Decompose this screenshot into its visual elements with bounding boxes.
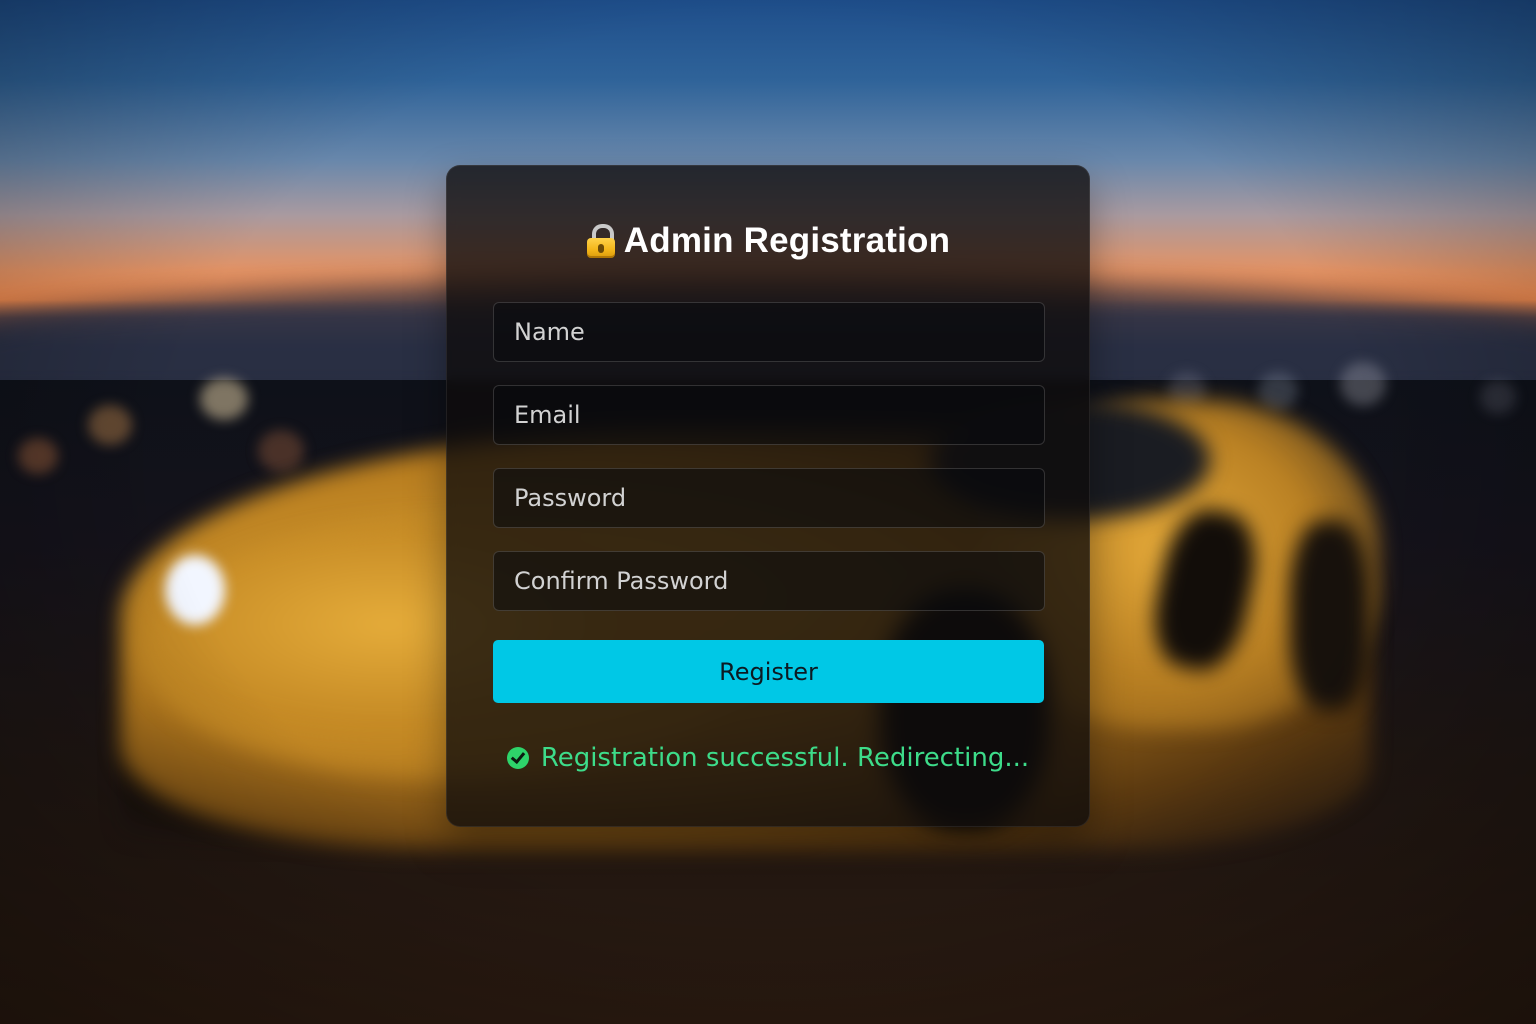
registration-card: Admin Registration Register Registration… [446, 165, 1090, 827]
confirm-password-field[interactable] [493, 551, 1045, 611]
page-title: Admin Registration [623, 221, 951, 260]
name-field[interactable] [493, 302, 1045, 362]
registration-page: Admin Registration Register Registration… [0, 0, 1536, 1024]
lock-icon [586, 224, 616, 258]
check-circle-icon [506, 747, 529, 769]
register-button[interactable]: Register [493, 640, 1044, 703]
form-title: Admin Registration [447, 216, 1089, 266]
email-field[interactable] [493, 385, 1045, 445]
status-message: Registration successful. Redirecting... [447, 738, 1089, 778]
password-field[interactable] [493, 468, 1045, 528]
status-text: Registration successful. Redirecting... [540, 743, 1030, 773]
